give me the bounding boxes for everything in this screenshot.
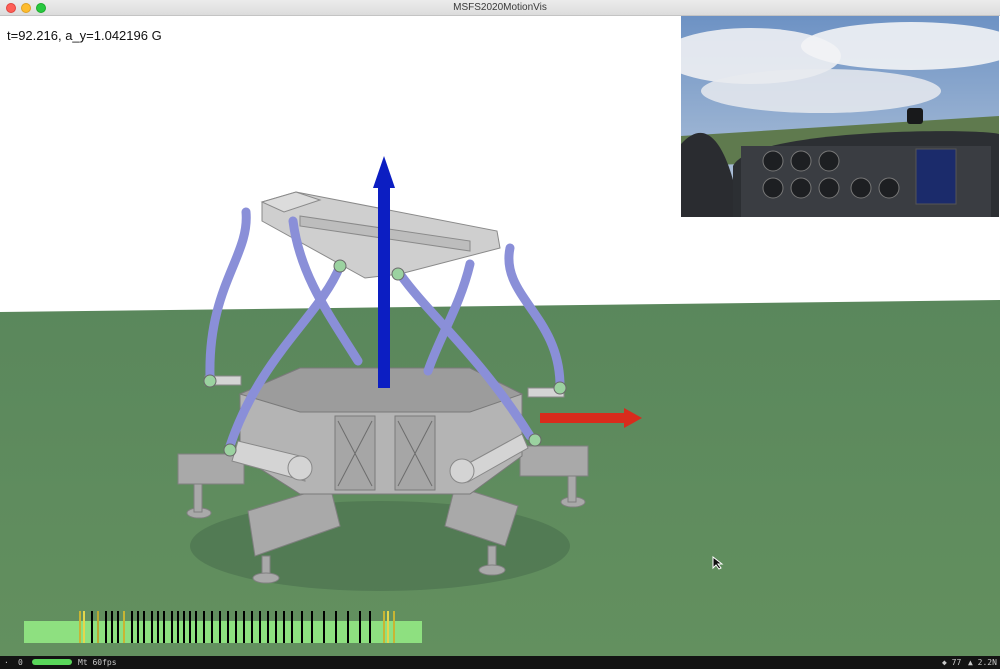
status-count: 0 (18, 658, 23, 667)
acceleration-readout: t=92.216, a_y=1.042196 G (7, 28, 162, 43)
mouse-cursor-icon (712, 556, 724, 570)
fps-meter (32, 659, 72, 665)
status-metric-1: ◆ 77 (942, 658, 962, 667)
status-bar: · 0 Mt 60fps ◆ 77 ▲ 2.2N (0, 656, 1000, 669)
status-dot-icon: · (4, 658, 9, 667)
cockpit-video-feed (681, 16, 999, 217)
motion-timeline[interactable] (24, 611, 422, 643)
window-title: MSFS2020MotionVis (453, 2, 547, 13)
title-bar: MSFS2020MotionVis (0, 0, 1000, 16)
ground-plane (0, 300, 1000, 656)
fps-readout: Mt 60fps (78, 658, 117, 667)
status-metric-2: ▲ 2.2N (968, 658, 997, 667)
